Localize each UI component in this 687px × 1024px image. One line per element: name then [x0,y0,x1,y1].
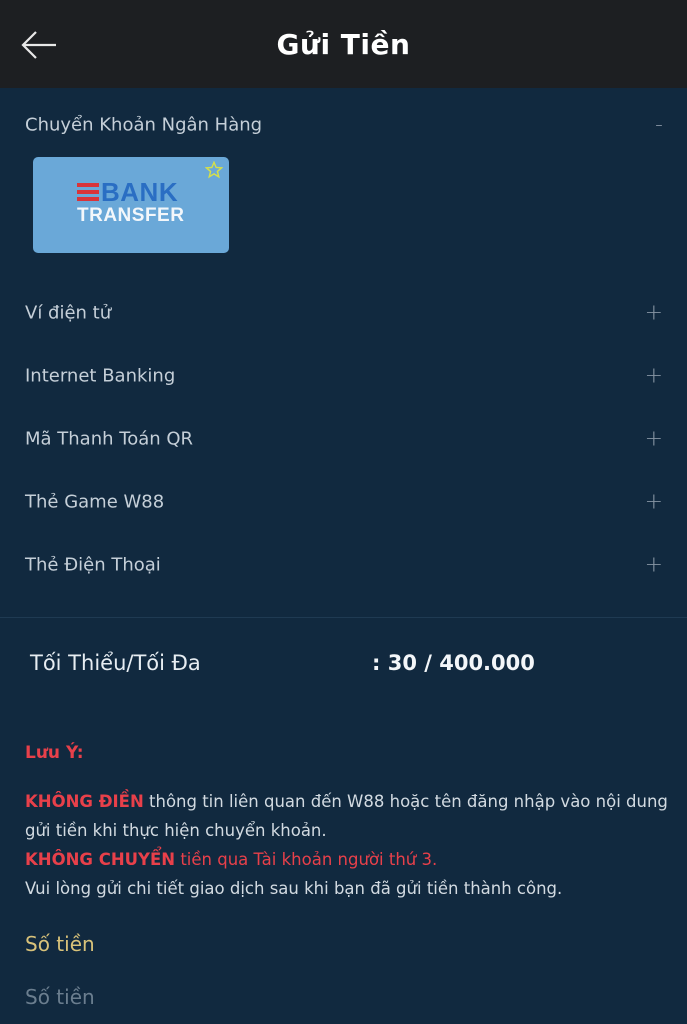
note-body: KHÔNG ĐIỀN thông tin liên quan đến W88 h… [25,787,670,903]
page-title: Gửi Tiền [276,27,411,61]
category-bank-transfer[interactable]: Chuyển Khoản Ngân Hàng - [0,95,687,155]
category-label: Chuyển Khoản Ngân Hàng [25,114,263,136]
limit-label: Tối Thiểu/Tối Đa [30,651,201,675]
limit-value: : 30 / 400.000 [372,651,535,675]
header-bar: Gửi Tiền [0,0,687,88]
note-line-3: Vui lòng gửi chi tiết giao dịch sau khi … [25,879,563,898]
category-label: Mã Thanh Toán QR [25,428,194,450]
back-button[interactable] [18,27,60,63]
bank-transfer-option[interactable]: BANK TRANSFER [33,157,229,253]
expand-plus-icon[interactable]: + [645,364,663,389]
amount-input[interactable] [25,980,665,1014]
category-internet-banking[interactable]: Internet Banking + [0,346,687,406]
divider [0,617,687,618]
bank-logo-mark [77,183,99,203]
expand-plus-icon[interactable]: + [645,490,663,515]
category-e-wallet[interactable]: Ví điện tử + [0,283,687,343]
note-title: Lưu Ý: [25,743,84,763]
category-label: Internet Banking [25,365,176,387]
bank-logo-text: BANK [101,177,179,207]
amount-label: Số tiền [25,932,95,956]
collapse-icon[interactable]: - [655,113,663,138]
warning-no-fill: KHÔNG ĐIỀN [25,792,144,811]
expand-plus-icon[interactable]: + [645,427,663,452]
category-phone-card[interactable]: Thẻ Điện Thoại + [0,535,687,595]
star-icon[interactable] [205,161,223,179]
category-label: Thẻ Điện Thoại [25,554,161,576]
category-game-card[interactable]: Thẻ Game W88 + [0,472,687,532]
expand-plus-icon[interactable]: + [645,553,663,578]
category-label: Ví điện tử [25,302,112,324]
arrow-left-icon [21,31,56,59]
transfer-logo-text: TRANSFER [77,205,185,226]
warning-no-transfer: KHÔNG CHUYỂN [25,850,176,869]
expand-plus-icon[interactable]: + [645,301,663,326]
note-line-2: tiền qua Tài khoản người thứ 3. [175,850,438,869]
category-qr-payment[interactable]: Mã Thanh Toán QR + [0,409,687,469]
category-label: Thẻ Game W88 [25,491,165,513]
